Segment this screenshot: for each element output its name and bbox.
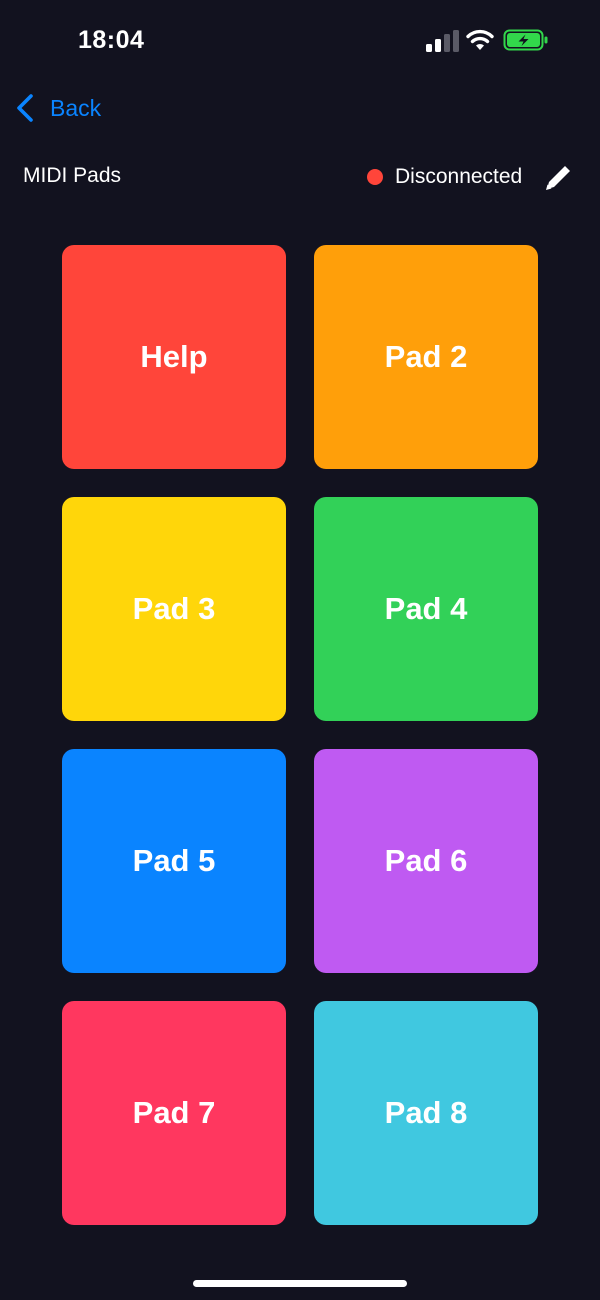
- pad-label: Pad 3: [132, 591, 216, 626]
- pad-2[interactable]: Pad 2: [314, 245, 538, 469]
- pad-8[interactable]: Pad 8: [314, 1001, 538, 1225]
- status-label: Disconnected: [395, 165, 523, 188]
- pad-3[interactable]: Pad 3: [62, 497, 286, 721]
- pad-4[interactable]: Pad 4: [314, 497, 538, 721]
- pad-7[interactable]: Pad 7: [62, 1001, 286, 1225]
- pad-6[interactable]: Pad 6: [314, 749, 538, 973]
- connection-status: Disconnected: [367, 162, 522, 192]
- pad-label: Pad 8: [384, 1095, 468, 1130]
- pad-label: Pad 5: [132, 843, 216, 878]
- chevron-left-icon: [17, 94, 33, 122]
- pad-label: Help: [140, 339, 208, 374]
- pad-label: Pad 7: [132, 1095, 216, 1130]
- status-time: 18:04: [78, 26, 145, 54]
- cellular-signal-icon: [426, 30, 459, 52]
- edit-button[interactable]: [540, 160, 576, 196]
- pad-5[interactable]: Pad 5: [62, 749, 286, 973]
- pad-label: Pad 4: [384, 591, 468, 626]
- pad-grid: Help Pad 2 Pad 3 Pad 4 Pad 5 Pad 6 Pad 7…: [62, 245, 538, 1225]
- home-indicator: [193, 1280, 407, 1287]
- pad-label: Pad 2: [384, 339, 468, 374]
- pencil-icon: [546, 166, 570, 190]
- status-dot: [367, 169, 383, 185]
- status-bar: 18:04: [0, 0, 600, 80]
- battery-charging-icon: [503, 29, 548, 51]
- pad-help[interactable]: Help: [62, 245, 286, 469]
- back-button[interactable]: Back: [14, 88, 101, 128]
- page-title: MIDI Pads: [23, 164, 122, 187]
- wifi-icon: [466, 29, 494, 50]
- back-label: Back: [50, 94, 102, 121]
- pad-label: Pad 6: [384, 843, 468, 878]
